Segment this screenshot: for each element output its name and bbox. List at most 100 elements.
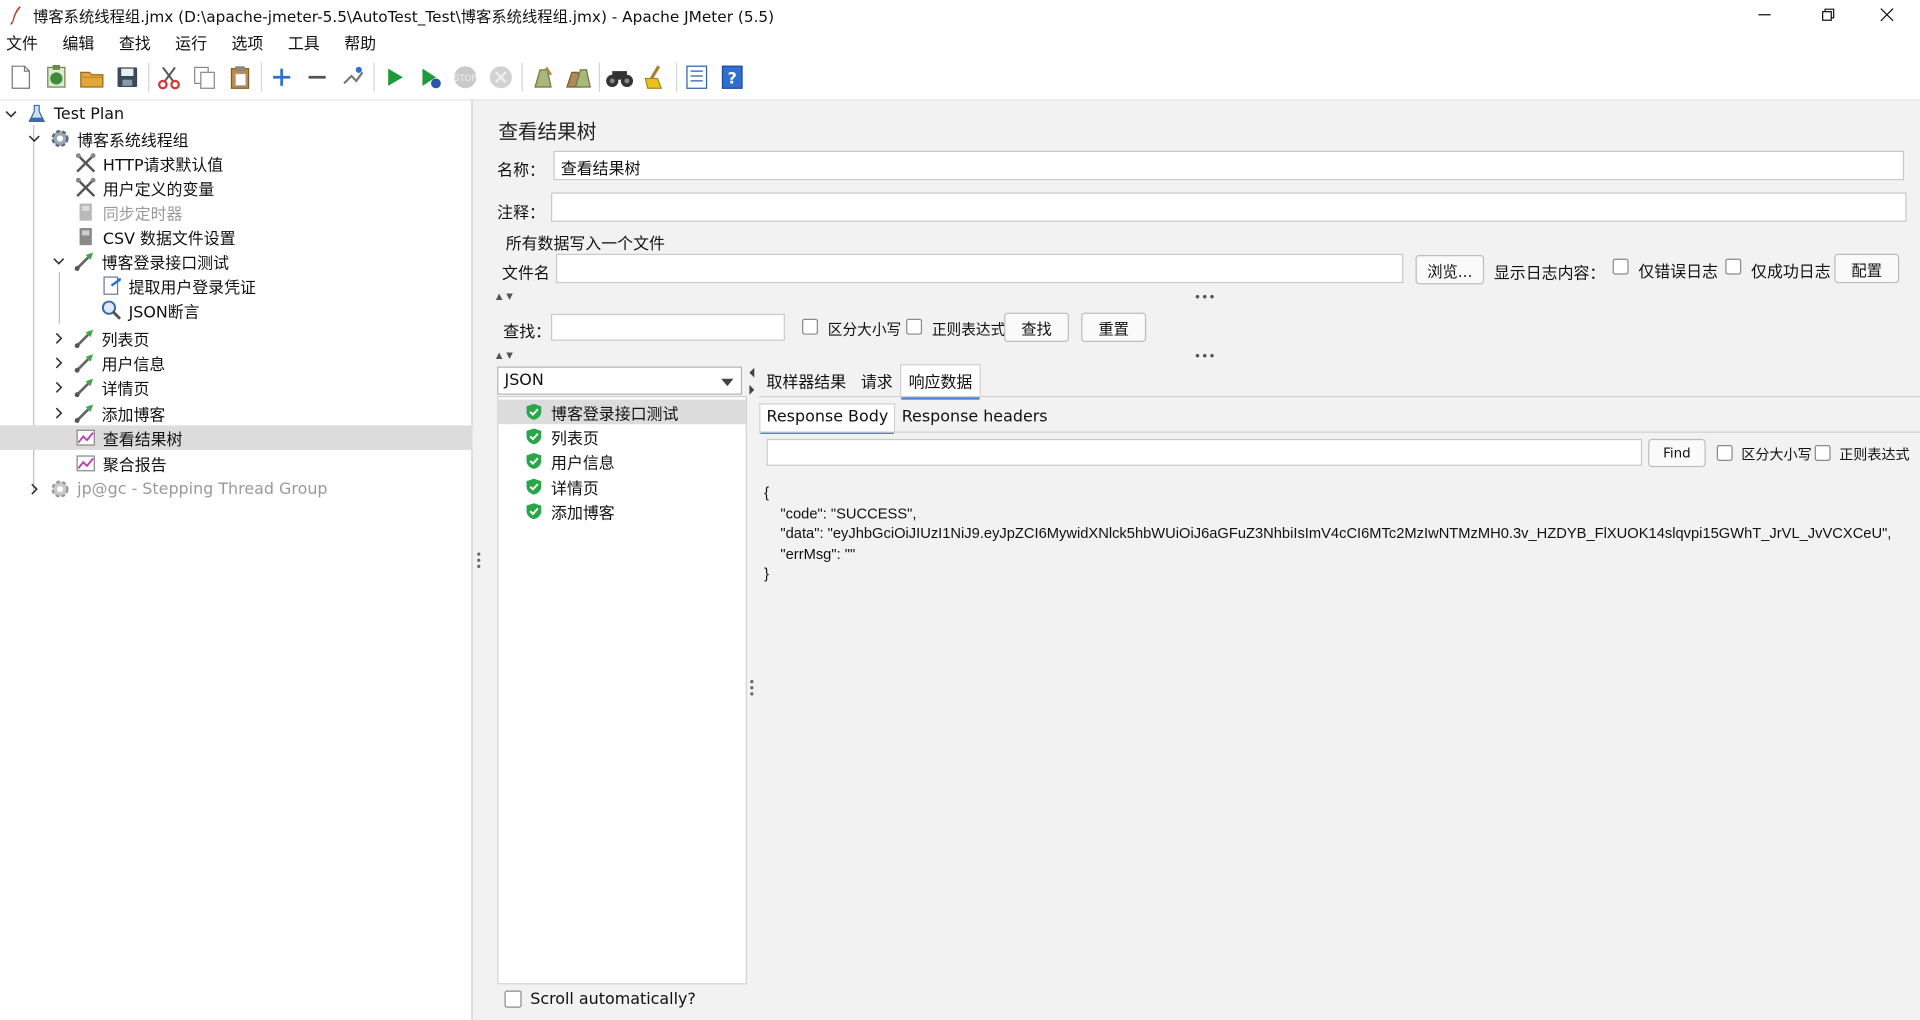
tree-item-user-variables[interactable]: 用户定义的变量 (0, 175, 473, 200)
case-sensitive-checkbox[interactable] (802, 318, 818, 335)
open-icon[interactable] (77, 62, 106, 91)
tab-response-body[interactable]: Response Body (759, 403, 896, 434)
paste-icon[interactable] (225, 62, 254, 91)
result-item[interactable]: 用户信息 (498, 449, 745, 474)
tree-item-user-info[interactable]: 用户信息 (0, 351, 473, 376)
divider-arrows-icon[interactable]: ▲▼ (496, 351, 517, 361)
function-helper-icon[interactable] (682, 62, 711, 91)
response-case-sensitive-checkbox[interactable] (1716, 445, 1733, 461)
filename-field[interactable] (555, 253, 1404, 284)
tab-response-headers[interactable]: Response headers (896, 405, 1054, 432)
scroll-auto-checkbox[interactable] (504, 990, 522, 1008)
tab-response-data[interactable]: 响应数据 (900, 364, 981, 400)
start-icon[interactable] (380, 62, 409, 91)
tree-item-json-extractor[interactable]: 提取用户登录凭证 (0, 273, 473, 298)
chevron-down-icon[interactable] (721, 378, 734, 387)
tree-item-login-sampler[interactable]: 博客登录接口测试 (0, 249, 473, 274)
split-divider[interactable]: ▲▼ ••• (485, 292, 1920, 305)
cut-icon[interactable] (154, 62, 183, 91)
results-splitter[interactable] (747, 365, 757, 1015)
tree-item-label: jp@gc - Stepping Thread Group (77, 479, 328, 499)
listener-panel: 查看结果树 名称： 查看结果树 注释： 所有数据写入一个文件 文件名 浏览...… (484, 100, 1920, 1020)
shutdown-icon[interactable] (486, 62, 515, 91)
splitter-grip-icon[interactable] (476, 552, 481, 569)
comment-field[interactable] (551, 192, 1907, 222)
tree-item-add-blog[interactable]: 添加博客 (0, 401, 473, 426)
help-icon[interactable]: ? (718, 62, 747, 91)
success-only-checkbox[interactable] (1725, 258, 1742, 275)
split-divider[interactable]: ▲▼ ••• (485, 351, 1920, 364)
name-label: 名称： (497, 161, 545, 181)
divider-arrows-icon[interactable]: ▲▼ (496, 292, 517, 302)
chevron-right-icon[interactable] (51, 380, 66, 395)
configure-button[interactable]: 配置 (1834, 253, 1900, 284)
response-find-field[interactable] (766, 438, 1643, 466)
copy-icon[interactable] (190, 62, 219, 91)
response-body-text[interactable]: { "code": "SUCCESS", "data": "eyJhbGciOi… (761, 478, 1920, 1020)
chevron-down-icon[interactable] (27, 131, 42, 146)
search-field[interactable] (551, 313, 785, 341)
close-icon[interactable] (1859, 0, 1915, 29)
menu-run[interactable]: 运行 (169, 30, 216, 53)
save-icon[interactable] (113, 62, 142, 91)
reset-button[interactable]: 重置 (1081, 312, 1147, 343)
menu-tools[interactable]: 工具 (282, 30, 329, 53)
tree-item-view-results-tree[interactable]: 查看结果树 (0, 425, 473, 450)
reset-search-icon[interactable] (640, 62, 669, 91)
name-field[interactable]: 查看结果树 (553, 150, 1905, 181)
result-item[interactable]: 博客登录接口测试 (498, 399, 746, 425)
toggle-icon[interactable] (338, 62, 367, 91)
menu-file[interactable]: 文件 (0, 30, 47, 53)
tree-item-json-assertion[interactable]: JSON断言 (0, 298, 473, 323)
clear-icon[interactable] (528, 62, 557, 91)
divider-grip-icon[interactable]: ••• (1194, 292, 1216, 305)
tree-item-detail-page[interactable]: 详情页 (0, 375, 473, 400)
expand-icon[interactable] (267, 62, 296, 91)
clear-all-icon[interactable] (563, 62, 592, 91)
tree-item-http-defaults[interactable]: HTTP请求默认值 (0, 151, 473, 176)
collapse-icon[interactable] (302, 62, 331, 91)
response-find-button[interactable]: Find (1648, 438, 1706, 468)
result-item[interactable]: 详情页 (498, 474, 745, 499)
tab-request[interactable]: 请求 (853, 365, 900, 397)
stop-icon[interactable]: STOP (451, 62, 480, 91)
tree-item-test-plan[interactable]: Test Plan (0, 102, 473, 127)
chevron-down-icon[interactable] (51, 254, 66, 269)
subtabs-divider (759, 431, 1920, 433)
response-regex-checkbox[interactable] (1814, 445, 1831, 461)
restore-icon[interactable] (1800, 0, 1856, 29)
menu-help[interactable]: 帮助 (338, 30, 385, 53)
start-no-pause-icon[interactable] (415, 62, 444, 91)
tree-item-sync-timer[interactable]: 同步定时器 (0, 200, 473, 225)
new-icon[interactable] (6, 62, 35, 91)
tree-item-aggregate-report[interactable]: 聚合报告 (0, 451, 473, 476)
renderer-select[interactable]: JSON (497, 366, 743, 395)
divider-grip-icon[interactable]: ••• (1194, 351, 1216, 364)
regex-checkbox[interactable] (906, 318, 923, 335)
menu-options[interactable]: 选项 (225, 30, 272, 53)
browse-button[interactable]: 浏览... (1415, 254, 1485, 285)
splitter-arrows-icon[interactable] (747, 365, 757, 1015)
tree-item-list-page[interactable]: 列表页 (0, 326, 473, 351)
chevron-right-icon[interactable] (51, 331, 66, 346)
tree-item-thread-group[interactable]: 博客系统线程组 (0, 126, 473, 151)
result-item[interactable]: 添加博客 (498, 499, 745, 524)
main-splitter[interactable] (472, 100, 485, 1020)
find-button[interactable]: 查找 (1004, 312, 1069, 343)
minimize-icon[interactable] (1736, 0, 1792, 29)
tab-sampler-result[interactable]: 取样器结果 (759, 365, 853, 397)
templates-icon[interactable] (42, 62, 71, 91)
chevron-right-icon[interactable] (51, 406, 66, 421)
menu-search[interactable]: 查找 (113, 30, 160, 53)
chevron-down-icon[interactable] (4, 107, 19, 122)
search-icon[interactable] (605, 62, 634, 91)
tree-item-label: 详情页 (101, 380, 150, 400)
extractor-icon (100, 275, 122, 297)
menu-edit[interactable]: 编辑 (56, 30, 103, 53)
tree-item-csv-data-set[interactable]: CSV 数据文件设置 (0, 224, 473, 249)
chevron-right-icon[interactable] (51, 356, 66, 371)
tree-item-stepping-thread-group[interactable]: jp@gc - Stepping Thread Group (0, 477, 473, 502)
chevron-right-icon[interactable] (27, 482, 42, 497)
errors-only-checkbox[interactable] (1612, 258, 1629, 275)
result-item[interactable]: 列表页 (498, 424, 745, 449)
